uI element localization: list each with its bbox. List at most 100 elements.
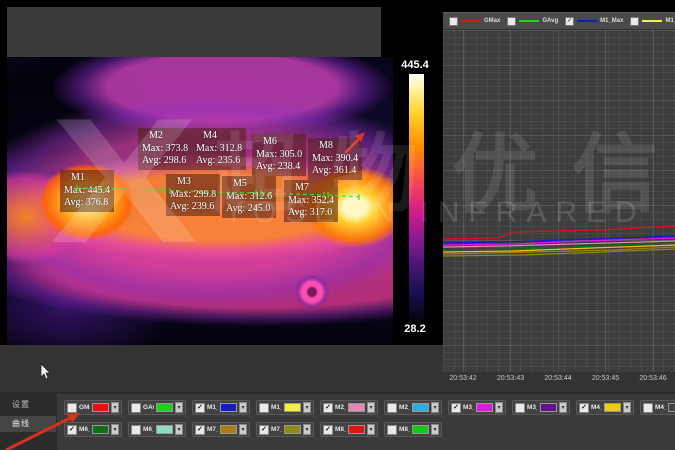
series-chip-gavg[interactable]: GAvg ▾ xyxy=(128,400,186,415)
series-checkbox[interactable]: ✓ xyxy=(579,403,589,413)
series-chip-m3_avg[interactable]: M3_Avg ▾ xyxy=(512,400,570,415)
series-chip-m8_max[interactable]: ✓ M8_Max ▾ xyxy=(320,422,378,437)
measure-region-m3[interactable]: M3 Max: 299.8 Avg: 239.6 xyxy=(166,174,220,216)
series-chip-m8_avg[interactable]: M8_Avg ▾ xyxy=(384,422,442,437)
series-checkbox[interactable]: ✓ xyxy=(323,425,333,435)
series-checkbox[interactable]: ✓ xyxy=(259,425,269,435)
color-dropdown-arrow[interactable]: ▾ xyxy=(239,402,247,413)
tab-settings[interactable]: 设置 xyxy=(0,397,56,413)
region-max-value: Max: 373.8 xyxy=(142,143,188,156)
series-chip-m2_max[interactable]: ✓ M2_Max ▾ xyxy=(320,400,378,415)
series-checkbox[interactable]: ✓ xyxy=(323,403,333,413)
legend-item-m1_max[interactable]: ✓ M1_Max xyxy=(565,17,623,26)
legend-item-gavg[interactable]: GAvg xyxy=(507,17,558,26)
series-color-swatch[interactable] xyxy=(284,403,301,412)
series-chip-m3_max[interactable]: ✓ M3_Max ▾ xyxy=(448,400,506,415)
region-avg-value: Avg: 245.0 xyxy=(226,203,272,216)
series-checkbox[interactable]: ✓ xyxy=(195,425,205,435)
region-avg-value: Avg: 238.4 xyxy=(256,161,302,174)
measure-region-m5[interactable]: M5 Max: 312.6 Avg: 245.0 xyxy=(222,176,276,218)
series-checkbox[interactable] xyxy=(131,403,141,413)
series-checkbox[interactable] xyxy=(515,403,525,413)
series-chip-m4_avg[interactable]: M4_Avg ▾ xyxy=(640,400,675,415)
series-color-swatch[interactable] xyxy=(348,425,365,434)
legend-label: M1_Max xyxy=(600,18,623,24)
series-chip-m4_max[interactable]: ✓ M4_Max ▾ xyxy=(576,400,634,415)
series-color-swatch[interactable] xyxy=(156,403,173,412)
series-checkbox[interactable] xyxy=(259,403,269,413)
series-checkbox[interactable]: ✓ xyxy=(195,403,205,413)
series-label: M7_Avg xyxy=(271,426,282,433)
series-chip-m2_avg[interactable]: M2_Avg ▾ xyxy=(384,400,442,415)
measure-region-m7[interactable]: M7 Max: 352.4 Avg: 317.0 xyxy=(284,180,338,222)
series-label: M7_Max xyxy=(207,426,218,433)
legend-color-line xyxy=(642,20,662,22)
region-max-value: Max: 352.4 xyxy=(288,195,334,208)
color-dropdown-arrow[interactable]: ▾ xyxy=(175,424,183,435)
series-color-swatch[interactable] xyxy=(92,403,109,412)
series-chip-m7_avg[interactable]: ✓ M7_Avg ▾ xyxy=(256,422,314,437)
series-color-swatch[interactable] xyxy=(220,403,237,412)
color-dropdown-arrow[interactable]: ▾ xyxy=(431,402,439,413)
series-chip-m1_max[interactable]: ✓ M1_Max ▾ xyxy=(192,400,250,415)
series-color-swatch[interactable] xyxy=(92,425,109,434)
legend-checkbox[interactable]: ✓ xyxy=(565,17,574,26)
color-dropdown-arrow[interactable]: ▾ xyxy=(367,402,375,413)
region-max-value: Max: 390.4 xyxy=(312,153,358,166)
color-dropdown-arrow[interactable]: ▾ xyxy=(303,402,311,413)
legend-color-line xyxy=(519,20,539,22)
series-color-swatch[interactable] xyxy=(412,403,429,412)
tab-curves[interactable]: 曲线 xyxy=(0,416,56,432)
legend-checkbox[interactable] xyxy=(630,17,639,26)
series-color-swatch[interactable] xyxy=(220,425,237,434)
series-chip-m7_max[interactable]: ✓ M7_Max ▾ xyxy=(192,422,250,437)
series-color-swatch[interactable] xyxy=(604,403,621,412)
series-checkbox[interactable] xyxy=(387,403,397,413)
series-checkbox[interactable] xyxy=(67,403,77,413)
series-color-swatch[interactable] xyxy=(156,425,173,434)
series-label: M6_Avg xyxy=(143,426,154,433)
color-dropdown-arrow[interactable]: ▾ xyxy=(559,402,567,413)
measure-region-m8[interactable]: M8 Max: 390.4 Avg: 361.4 xyxy=(308,138,362,180)
measure-region-m4[interactable]: M4 Max: 312.8 Avg: 235.6 xyxy=(192,128,246,170)
color-dropdown-arrow[interactable]: ▾ xyxy=(367,424,375,435)
series-chip-m1_avg[interactable]: M1_Avg ▾ xyxy=(256,400,314,415)
series-color-swatch[interactable] xyxy=(284,425,301,434)
legend-label: GMax xyxy=(484,18,500,24)
header-bar xyxy=(7,7,381,57)
series-checkbox[interactable]: ✓ xyxy=(67,425,77,435)
series-color-swatch[interactable] xyxy=(540,403,557,412)
color-dropdown-arrow[interactable]: ▾ xyxy=(239,424,247,435)
legend-item-m1_avg[interactable]: M1_Avg xyxy=(630,17,675,26)
color-dropdown-arrow[interactable]: ▾ xyxy=(495,402,503,413)
color-dropdown-arrow[interactable]: ▾ xyxy=(111,424,119,435)
measure-region-m6[interactable]: M6 Max: 305.0 Avg: 238.4 xyxy=(252,134,306,176)
legend-checkbox[interactable] xyxy=(507,17,516,26)
series-checkbox[interactable] xyxy=(131,425,141,435)
colorbar-min-label: 28.2 xyxy=(390,323,440,335)
series-checkbox[interactable] xyxy=(387,425,397,435)
color-dropdown-arrow[interactable]: ▾ xyxy=(303,424,311,435)
series-checkbox[interactable]: ✓ xyxy=(451,403,461,413)
series-color-swatch[interactable] xyxy=(412,425,429,434)
region-title: M7 xyxy=(288,182,334,195)
measure-region-m1[interactable]: M1 Max: 445.4 Avg: 376.8 xyxy=(60,170,114,212)
legend-color-line xyxy=(461,20,481,22)
series-color-swatch[interactable] xyxy=(476,403,493,412)
legend-checkbox[interactable] xyxy=(449,17,458,26)
series-chip-m6_avg[interactable]: M6_Avg ▾ xyxy=(128,422,186,437)
series-checkbox[interactable] xyxy=(643,403,653,413)
legend-item-gmax[interactable]: GMax xyxy=(449,17,500,26)
series-color-swatch[interactable] xyxy=(348,403,365,412)
color-dropdown-arrow[interactable]: ▾ xyxy=(623,402,631,413)
series-label: GMax xyxy=(79,404,90,411)
chart-series-lines xyxy=(443,30,675,372)
series-chip-gmax[interactable]: GMax ▾ xyxy=(64,400,122,415)
series-color-swatch[interactable] xyxy=(668,403,675,412)
colorbar-max-label: 445.4 xyxy=(390,59,440,71)
color-dropdown-arrow[interactable]: ▾ xyxy=(175,402,183,413)
series-chip-m6_max[interactable]: ✓ M6_Max ▾ xyxy=(64,422,122,437)
measure-region-m2[interactable]: M2 Max: 373.8 Avg: 298.6 xyxy=(138,128,192,170)
color-dropdown-arrow[interactable]: ▾ xyxy=(431,424,439,435)
color-dropdown-arrow[interactable]: ▾ xyxy=(111,402,119,413)
